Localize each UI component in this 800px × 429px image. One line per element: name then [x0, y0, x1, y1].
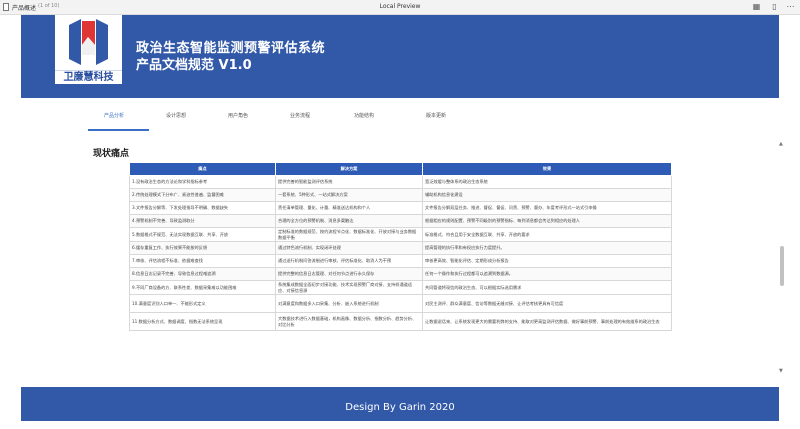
table-row: 7.审核、评估流程不标准、依据难查找 通过送行机制问答流制进行审核、评估标准化、…: [129, 254, 672, 268]
table-cell: 定制标准的数据规范、按约流程节点化、数据标准化、开放对接与业务数据数据平衡: [275, 227, 423, 242]
table-cell: 2.传统处理模式下分布广、紧迫性普遍、监督困难: [129, 188, 276, 202]
split-view-icon[interactable]: ▯: [770, 2, 779, 11]
more-options-icon[interactable]: ⋯: [786, 2, 795, 11]
section-title: 现状痛点: [93, 149, 130, 159]
table-row: 11.数据分析方式、数据调度、指数无法系统呈现 大数据技术进行入数据基础，机构画…: [129, 312, 672, 331]
logo-mark-icon: [69, 19, 108, 65]
table-cell: 6.缓存重复工作、执行效果不能按时反馈: [129, 241, 276, 255]
table-cell: 通过送行机制问答流制进行审核、评估标准化、取消人为干预: [275, 254, 423, 268]
preview-toolbar: 产品概述 (1 of 10) Local Preview ▦ ▯ ⋯: [0, 0, 800, 15]
table-cell: 1.没有政治生态的方法论和学科指标参考: [129, 175, 276, 189]
table-header-row: 痛点 解决方案 效果: [129, 162, 672, 176]
tab-function-structure[interactable]: 功能结构: [332, 112, 396, 119]
column-header-effect: 效果: [422, 162, 672, 176]
table-cell: 根据相应的规则配置、预警不同级别的预警指标、每到消息都会传达到相应的处理人: [422, 214, 672, 228]
table-cell: 提供完整的信息日志管理、对任何节点进行永久保存: [275, 267, 423, 281]
table-cell: 共同管道将现信的政治生态、可以根据实际选用需求: [422, 280, 672, 295]
table-row: 1.没有政治生态的方法论和学科指标参考 提供完善的智能监测评估系统 宽泛效缓与整…: [129, 175, 672, 189]
table-cell: 8.信息日志记录不完善、导致信息过程难追溯: [129, 267, 276, 281]
table-cell: 系统集成数据全面初步对接功能、技术实现预警厂商对接、支持样通道适应、对接信息源: [275, 280, 423, 295]
column-header-pain: 痛点: [129, 162, 276, 176]
table-cell: 让数据说话来、让系统发现更大的需要利弊的支持、能取对更高监测评估数据、做好事前预…: [422, 312, 672, 331]
company-logo: [55, 15, 122, 70]
table-cell: 一套系统、5种形式、一站式解决方案: [275, 188, 423, 202]
window-title: Local Preview: [379, 3, 421, 10]
table-cell: 5.数据格式不规范、无法实现数据互联、共享、开放: [129, 227, 276, 242]
content-scrollbar[interactable]: ▲ ▼: [779, 141, 785, 374]
table-cell: 11.数据分析方式、数据调度、指数无法系统呈现: [129, 312, 276, 331]
table-cell: 提供完善的智能监测评估系统: [275, 175, 423, 189]
table-row: 8.信息日志记录不完善、导致信息过程难追溯 提供完整的信息日志管理、对任何节点进…: [129, 267, 672, 281]
table-row: 2.传统处理模式下分布广、紧迫性普遍、监督困难 一套系统、5种形式、一站式解决方…: [129, 188, 672, 202]
table-row: 9.不同厂商设备的方、联系性差、数据采集难以功能困难 系统集成数据全面初步对接功…: [129, 280, 672, 295]
table-cell: 任何一个操作和执行过程都可以追溯到数据源。: [422, 267, 672, 281]
table-cell: 通过特色流行机制、实现闭环处理: [275, 241, 423, 255]
page-subtitle: 产品文档规范 V1.0: [136, 58, 252, 73]
tab-business-flow[interactable]: 业务流程: [268, 112, 332, 119]
nav-tabs: 产品分析 设计思想 用户角色 业务流程 功能结构 版本更新: [82, 98, 502, 131]
active-tab-indicator: [88, 129, 149, 131]
tab-version-update[interactable]: 版本更新: [404, 112, 468, 119]
scroll-up-arrow-icon[interactable]: ▲: [779, 141, 783, 147]
table-cell: 3.文件报告分解等、下发处理指导不明确、数据缺失: [129, 201, 276, 215]
scroll-thumb[interactable]: [780, 246, 784, 286]
table-cell: 提高管理的执行率和有权应执行力度提升。: [422, 241, 672, 255]
table-cell: 标准格式、符合且用于安全数据互联、共享、开放的要求: [422, 227, 672, 242]
header-banner: 卫廉慧科技 政治生态智能监测预警评估系统 产品文档规范 V1.0: [21, 15, 779, 98]
column-header-solution: 解决方案: [275, 162, 423, 176]
table-cell: 审核更高效、智能化评估、定期形成分析报告: [422, 254, 672, 268]
scroll-down-arrow-icon[interactable]: ▼: [779, 368, 783, 374]
pain-points-table: 痛点 解决方案 效果 1.没有政治生态的方法论和学科指标参考 提供完善的智能监测…: [129, 162, 672, 331]
table-cell: 辅助机构信息化建设: [422, 188, 672, 202]
table-cell: 4.预警机制不完善、导致监测取分: [129, 214, 276, 228]
table-cell: 文件报告分解双层任务、推进、督促、督促、问责、预警、督办、年度考评形式一站式引申…: [422, 201, 672, 215]
table-row: 3.文件报告分解等、下发处理指导不明确、数据缺失 责任清单管理、量化、计量、精准…: [129, 201, 672, 215]
table-cell: 10.满意度识别人口单一、不能形式定义: [129, 294, 276, 313]
table-cell: 合理的全方位的预警机制、消息多渠触达: [275, 214, 423, 228]
table-row: 6.缓存重复工作、执行效果不能按时反馈 通过特色流行机制、实现闭环处理 提高管理…: [129, 241, 672, 255]
table-cell: 大数据技术进行入数据基础，机构画像、数据分析、指数分析、趋势分析、对比分析: [275, 312, 423, 331]
table-row: 4.预警机制不完善、导致监测取分 合理的全方位的预警机制、消息多渠触达 根据相应…: [129, 214, 672, 228]
tab-design-thinking[interactable]: 设计思想: [144, 112, 208, 119]
table-cell: 对民主测评、群众满意度、信访等数据无缝对接、让评估考核更具有可信度: [422, 294, 672, 313]
grid-view-icon[interactable]: ▦: [752, 2, 761, 11]
table-cell: 对满意度和数据多入口采集、分析、嵌入系统进行机制: [275, 294, 423, 313]
tab-product-analysis[interactable]: 产品分析: [82, 112, 146, 119]
table-cell: 9.不同厂商设备的方、联系性差、数据采集难以功能困难: [129, 280, 276, 295]
table-cell: 责任清单管理、量化、计量、精准送达机构和个人: [275, 201, 423, 215]
tab-user-roles[interactable]: 用户角色: [206, 112, 270, 119]
footer-text: Design By Garin 2020: [345, 402, 455, 413]
logo-caption: 卫廉慧科技: [55, 70, 122, 84]
table-cell: 7.审核、评估流程不标准、依据难查找: [129, 254, 276, 268]
table-row: 5.数据格式不规范、无法实现数据互联、共享、开放 定制标准的数据规范、按约流程节…: [129, 227, 672, 242]
table-row: 10.满意度识别人口单一、不能形式定义 对满意度和数据多入口采集、分析、嵌入系统…: [129, 294, 672, 313]
footer-banner: Design By Garin 2020: [21, 387, 779, 421]
table-cell: 宽泛效缓与整体系的政治生态系统: [422, 175, 672, 189]
